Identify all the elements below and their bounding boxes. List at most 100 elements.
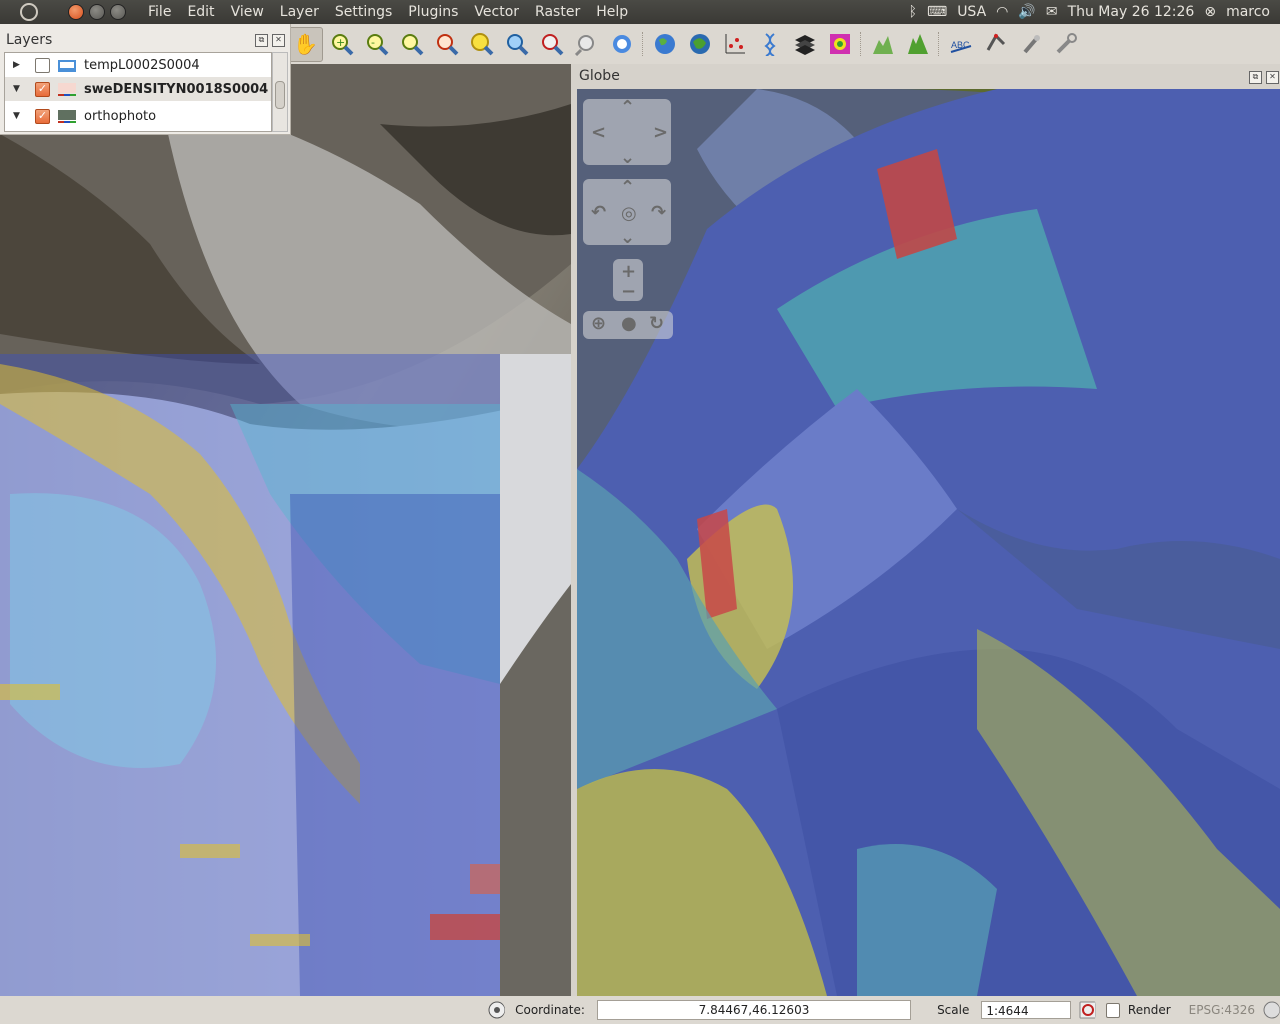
zoom-in-icon[interactable]: +	[325, 28, 358, 61]
coordinate-field[interactable]: 7.84467,46.12603	[596, 1000, 912, 1020]
window-minimize-button[interactable]	[89, 4, 105, 20]
float-panel-button[interactable]: ⧉	[1249, 71, 1262, 84]
user-status-icon[interactable]: ⊗	[1204, 4, 1216, 20]
zoom-layer-icon[interactable]	[465, 28, 498, 61]
layer-visibility-checkbox[interactable]	[35, 57, 50, 73]
layers-tree: ▶ tempL0002S0004 ▼ ✓ sweDENSITYN0018S000…	[4, 52, 272, 132]
toolbar-separator	[938, 32, 940, 56]
collapse-arrow-icon[interactable]: ▼	[13, 84, 23, 94]
dna-icon[interactable]	[753, 28, 786, 61]
globe-zoom-out-icon[interactable]: −	[621, 281, 636, 302]
map-raster-view	[0, 64, 571, 996]
layer-row-templ0002s0004[interactable]: ▶ tempL0002S0004	[5, 53, 271, 77]
layer-visibility-checkbox[interactable]: ✓	[35, 108, 50, 124]
node-tool-icon[interactable]	[979, 28, 1012, 61]
menu-help[interactable]: Help	[588, 0, 636, 24]
orthophoto-layer-icon	[58, 110, 76, 123]
layer-visibility-checkbox[interactable]: ✓	[35, 81, 50, 97]
tilt-up-icon[interactable]: ⌃	[620, 177, 635, 198]
close-panel-button[interactable]: ✕	[272, 34, 285, 47]
zoom-last-icon[interactable]	[535, 28, 568, 61]
svg-text:+: +	[336, 36, 345, 49]
pin-icon[interactable]	[1014, 28, 1047, 61]
globe-panel: Globe ⧉ ✕ ⌃ < > ⌄ ⌃ ↶ ◎ ↷ ⌄ + − ⊕ ● ↻	[577, 64, 1280, 996]
sync-view-icon[interactable]: ●	[621, 313, 637, 334]
collapse-arrow-icon[interactable]: ▼	[13, 111, 23, 121]
reset-rotation-icon[interactable]: ◎	[621, 203, 637, 224]
render-checkbox[interactable]	[1105, 1002, 1120, 1018]
menu-vector[interactable]: Vector	[466, 0, 527, 24]
menu-settings[interactable]: Settings	[327, 0, 400, 24]
refresh-icon[interactable]	[605, 28, 638, 61]
layer-name: orthophoto	[84, 108, 157, 124]
close-panel-button[interactable]: ✕	[1266, 71, 1279, 84]
ubuntu-logo-icon[interactable]	[20, 3, 38, 21]
layers-panel: Layers ⧉ ✕ ▶ tempL0002S0004 ▼ ✓ sweDENSI…	[0, 24, 291, 135]
scrollbar-thumb[interactable]	[275, 81, 285, 109]
density-layer-icon	[58, 83, 76, 96]
map-canvas[interactable]	[0, 64, 571, 996]
expand-arrow-icon[interactable]: ▶	[13, 60, 23, 70]
coordinate-capture-icon[interactable]	[488, 1001, 506, 1019]
raster-layer-icon	[58, 60, 76, 72]
globe-panel-title: Globe	[579, 68, 620, 84]
terrain-icon[interactable]	[866, 28, 899, 61]
globe-zoom-in-icon[interactable]: +	[621, 261, 636, 282]
globe-3d-view[interactable]: ⌃ < > ⌄ ⌃ ↶ ◎ ↷ ⌄ + − ⊕ ● ↻	[577, 89, 1280, 996]
crs-globe-icon[interactable]	[1263, 1001, 1280, 1019]
wifi-icon[interactable]: ◠	[996, 4, 1008, 20]
point-plot-icon[interactable]	[718, 28, 751, 61]
toolbar-separator	[860, 32, 862, 56]
layers-scrollbar[interactable]	[272, 52, 288, 132]
menu-plugins[interactable]: Plugins	[400, 0, 466, 24]
pan-icon[interactable]: ✋	[288, 26, 323, 62]
menu-view[interactable]: View	[223, 0, 272, 24]
clock[interactable]: Thu May 26 12:26	[1068, 4, 1195, 20]
map-toolbar: ✋ + - ABC	[288, 24, 1280, 64]
globe-3d-icon[interactable]	[683, 28, 716, 61]
mail-icon[interactable]: ✉	[1046, 4, 1058, 20]
user-name[interactable]: marco	[1226, 4, 1270, 20]
layers-stack-icon[interactable]	[788, 28, 821, 61]
wrench-icon[interactable]	[1049, 28, 1082, 61]
zoom-selection-icon[interactable]	[430, 28, 463, 61]
zoom-out-icon[interactable]: -	[360, 28, 393, 61]
menu-layer[interactable]: Layer	[272, 0, 327, 24]
pan-right-icon[interactable]: >	[653, 122, 668, 143]
rotate-right-icon[interactable]: ↷	[651, 202, 666, 223]
pan-up-icon[interactable]: ⌃	[620, 97, 635, 118]
menu-file[interactable]: File	[140, 0, 179, 24]
rotate-left-icon[interactable]: ↶	[591, 202, 606, 223]
globe-icon[interactable]	[648, 28, 681, 61]
layer-row-orthophoto[interactable]: ▼ ✓ orthophoto	[5, 101, 271, 131]
keyboard-layout[interactable]: USA	[957, 4, 986, 20]
home-view-icon[interactable]: ⊕	[591, 313, 606, 334]
zoom-next-icon[interactable]	[570, 28, 603, 61]
status-bar: Coordinate: 7.84467,46.12603 Scale 1:464…	[0, 996, 1280, 1024]
menu-edit[interactable]: Edit	[179, 0, 222, 24]
scale-field[interactable]: 1:4644	[981, 1001, 1071, 1019]
toolbar-separator	[642, 32, 644, 56]
scale-label: Scale	[937, 1003, 970, 1017]
tilt-down-icon[interactable]: ⌄	[620, 227, 635, 248]
float-panel-button[interactable]: ⧉	[255, 34, 268, 47]
volume-icon[interactable]: 🔊	[1018, 4, 1035, 20]
zoom-full-icon[interactable]	[395, 28, 428, 61]
pan-down-icon[interactable]: ⌄	[620, 147, 635, 168]
refresh-view-icon[interactable]: ↻	[649, 313, 664, 334]
layer-name: tempL0002S0004	[84, 57, 200, 73]
layer-row-swedensity[interactable]: ▼ ✓ sweDENSITYN0018S0004	[5, 77, 271, 101]
stop-render-icon[interactable]	[1079, 1001, 1096, 1019]
label-abc-icon[interactable]: ABC	[944, 28, 977, 61]
pan-left-icon[interactable]: <	[591, 122, 606, 143]
crs-label[interactable]: EPSG:4326	[1189, 1003, 1255, 1017]
terrain-render	[577, 89, 1280, 996]
histogram-icon[interactable]	[901, 28, 934, 61]
flower-icon[interactable]	[823, 28, 856, 61]
bluetooth-icon[interactable]: ᛒ	[909, 4, 917, 20]
window-maximize-button[interactable]	[110, 4, 126, 20]
zoom-native-icon[interactable]	[500, 28, 533, 61]
keyboard-icon[interactable]: ⌨	[927, 4, 947, 20]
window-close-button[interactable]	[68, 4, 84, 20]
menu-raster[interactable]: Raster	[527, 0, 588, 24]
